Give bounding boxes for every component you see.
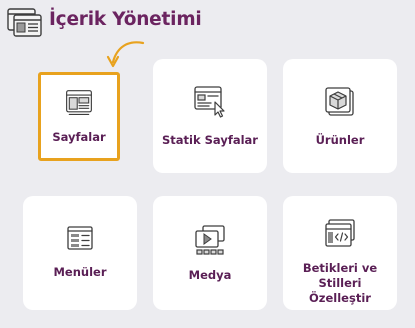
card-label: Statik Sayfalar <box>162 133 258 147</box>
card-label: Menüler <box>53 265 107 279</box>
code-window-icon <box>325 219 355 247</box>
pages-icon <box>66 90 92 116</box>
card-label: Medya <box>188 268 232 282</box>
menu-list-icon <box>67 226 93 250</box>
card-betikleri-stilleri[interactable]: Betikleri ve Stilleri Özelleştir <box>283 196 397 310</box>
card-urunler[interactable]: Ürünler <box>283 59 397 173</box>
content-window-icon <box>7 8 42 37</box>
media-video-icon <box>195 225 225 255</box>
card-sayfalar[interactable]: Sayfalar <box>38 72 120 161</box>
page-title: İçerik Yönetimi <box>49 9 202 30</box>
static-page-cursor-icon <box>194 86 225 118</box>
card-medya[interactable]: Medya <box>153 196 267 310</box>
card-statik-sayfalar[interactable]: Statik Sayfalar <box>153 59 267 173</box>
card-label: Betikleri ve Stilleri Özelleştir <box>302 261 378 305</box>
card-menuler[interactable]: Menüler <box>23 196 137 310</box>
product-box-icon <box>325 87 354 116</box>
card-label: Sayfalar <box>52 130 106 144</box>
card-label: Ürünler <box>315 133 365 147</box>
